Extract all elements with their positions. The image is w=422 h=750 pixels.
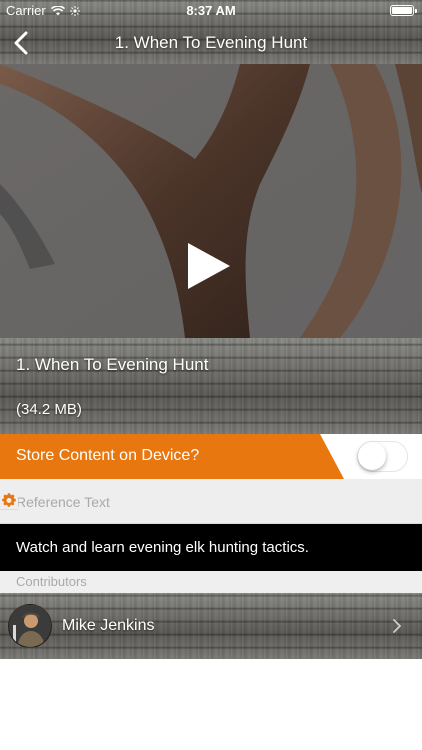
avatar: [8, 604, 52, 648]
description-row: Watch and learn evening elk hunting tact…: [0, 524, 422, 571]
video-thumbnail: [0, 64, 422, 338]
description-text: Watch and learn evening elk hunting tact…: [16, 539, 309, 556]
reference-text-label: Reference Text: [16, 494, 110, 510]
chevron-left-icon[interactable]: [10, 30, 34, 56]
top-bar: Carrier 8:37 AM 1. When To Evening Hunt: [0, 0, 422, 64]
contributor-row[interactable]: Mike Jenkins: [0, 593, 422, 659]
avatar-image: [9, 605, 51, 647]
battery-icon: [390, 5, 417, 16]
gear-icon[interactable]: [0, 492, 18, 510]
content-info: 1. When To Evening Hunt (34.2 MB): [0, 338, 422, 434]
navigation-bar: 1. When To Evening Hunt: [0, 22, 422, 64]
contributor-name: Mike Jenkins: [62, 617, 155, 634]
nav-title: 1. When To Evening Hunt: [114, 33, 308, 52]
empty-area: [0, 659, 422, 750]
status-bar: Carrier 8:37 AM: [0, 0, 422, 22]
store-content-row: Store Content on Device?: [0, 434, 422, 479]
chevron-right-icon: [393, 619, 401, 633]
status-time: 8:37 AM: [186, 3, 236, 18]
contributors-header: Contributors: [0, 571, 422, 593]
contributors-header-label: Contributors: [16, 574, 87, 589]
toggle-knob: [358, 442, 386, 470]
video-player[interactable]: [0, 64, 422, 338]
store-content-toggle[interactable]: [357, 441, 408, 472]
reference-text-row[interactable]: Reference Text: [0, 479, 422, 524]
store-content-label: Store Content on Device?: [16, 447, 200, 464]
content-title: 1. When To Evening Hunt: [16, 355, 209, 374]
play-icon[interactable]: [186, 241, 232, 291]
content-size: (34.2 MB): [16, 401, 82, 418]
